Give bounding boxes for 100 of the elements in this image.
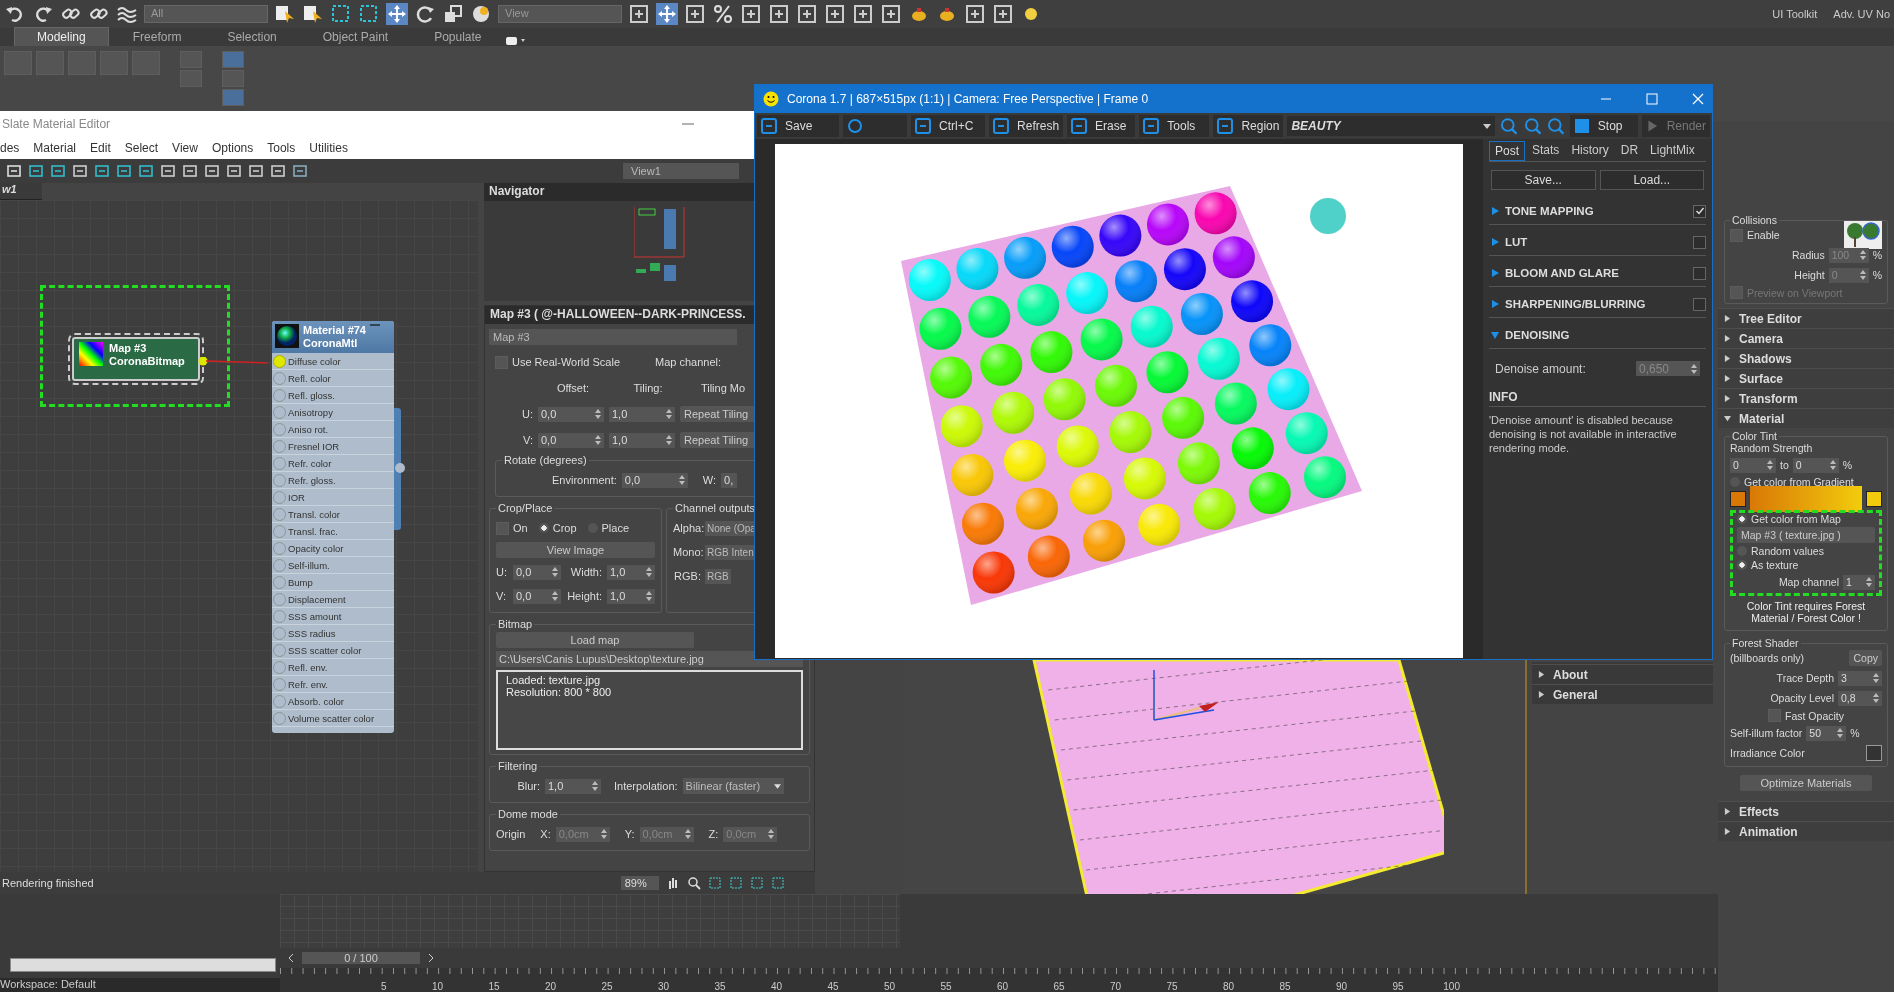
scale-icon[interactable]: [442, 3, 464, 25]
ribbon-tab[interactable]: Populate: [412, 28, 504, 46]
editor-tool-icon[interactable]: [28, 163, 44, 179]
menu-item[interactable]: Edit: [90, 141, 111, 155]
editor-tool-icon[interactable]: [226, 163, 242, 179]
menu-item[interactable]: Material: [33, 141, 77, 155]
input-socket[interactable]: [273, 694, 286, 708]
editor-tool-icon[interactable]: [6, 163, 22, 179]
panel-tab[interactable]: Post: [1489, 141, 1525, 161]
ribbon-tab[interactable]: Object Paint: [300, 28, 411, 46]
editor-tool-icon[interactable]: [138, 163, 154, 179]
copy-button[interactable]: Ctrl+C: [911, 115, 986, 137]
number-field[interactable]: 3: [1838, 670, 1882, 686]
checkbox[interactable]: [1768, 709, 1782, 722]
editor-tool-icon[interactable]: [204, 163, 220, 179]
input-socket[interactable]: [273, 405, 286, 419]
number-field[interactable]: 1,0: [545, 778, 601, 794]
plugin-label[interactable]: Adv. UV No: [1833, 8, 1890, 20]
rollout-header[interactable]: Camera: [1718, 328, 1894, 348]
radio-button[interactable]: [1737, 514, 1747, 524]
name-field[interactable]: Map #3: [489, 329, 737, 345]
checkbox[interactable]: [1730, 286, 1743, 299]
number-field[interactable]: 1,0: [607, 588, 655, 604]
input-socket[interactable]: [273, 643, 286, 657]
erase-button[interactable]: Erase: [1067, 115, 1136, 137]
rotate-icon[interactable]: [414, 3, 436, 25]
section-checkbox[interactable]: [1693, 235, 1706, 249]
input-socket[interactable]: [273, 439, 286, 453]
frame-nodes-icon[interactable]: [749, 876, 764, 890]
section-header[interactable]: DENOISING: [1489, 322, 1706, 349]
collapse-icon[interactable]: [370, 324, 380, 328]
zoom-fit-icon[interactable]: [1547, 117, 1565, 135]
view-dropdown[interactable]: View1: [623, 163, 739, 179]
plugin-label[interactable]: UI Toolkit: [1772, 8, 1818, 20]
number-field[interactable]: 1,0: [609, 432, 675, 448]
menu-item[interactable]: Options: [211, 141, 254, 155]
number-field[interactable]: 0,8: [1838, 690, 1882, 706]
channel-dropdown[interactable]: RGB Inten: [705, 544, 756, 560]
editor-tool-icon[interactable]: [50, 163, 66, 179]
number-field[interactable]: 1,0: [607, 564, 655, 580]
checkbox[interactable]: [495, 355, 508, 369]
rect-icon[interactable]: [330, 3, 352, 25]
workspace-selector[interactable]: Workspace: Default: [0, 978, 280, 992]
refresh-button[interactable]: Refresh: [989, 115, 1064, 137]
input-socket[interactable]: [273, 354, 286, 368]
zoom-out-icon[interactable]: [1523, 117, 1542, 135]
material-node[interactable]: [272, 321, 394, 733]
next-frame-icon[interactable]: [426, 953, 436, 963]
stop-button[interactable]: Stop: [1569, 115, 1638, 137]
editor-tool-icon[interactable]: [94, 163, 110, 179]
checkbox[interactable]: [496, 521, 509, 535]
maximize-icon[interactable]: [1646, 93, 1658, 105]
editor-tool-icon[interactable]: [270, 163, 286, 179]
input-socket[interactable]: [273, 490, 286, 504]
input-socket[interactable]: [273, 456, 286, 470]
number-field[interactable]: 1: [1843, 574, 1875, 590]
panel-tab[interactable]: Stats: [1527, 141, 1565, 161]
number-field[interactable]: 0,0: [538, 406, 604, 422]
editor-tool-icon[interactable]: [72, 163, 88, 179]
file-path-field[interactable]: C:\Users\Canis Lupus\Desktop\texture.jpg: [496, 651, 803, 667]
frame-nodes-icon[interactable]: [770, 876, 785, 890]
zoom-dropdown[interactable]: 89%: [620, 876, 659, 890]
frame-nodes-icon[interactable]: [728, 876, 743, 890]
input-socket[interactable]: [273, 609, 286, 623]
input-socket[interactable]: [273, 592, 286, 606]
section-header[interactable]: LUT: [1489, 229, 1706, 256]
rollout-header[interactable]: Transform: [1718, 388, 1894, 408]
magnifier-icon[interactable]: [686, 876, 701, 890]
input-socket[interactable]: [273, 473, 286, 487]
rollout-header[interactable]: Shadows: [1718, 348, 1894, 368]
section-header[interactable]: BLOOM AND GLARE: [1489, 260, 1706, 287]
rollout-header[interactable]: Animation: [1718, 821, 1894, 841]
zoom-in-icon[interactable]: [1500, 117, 1518, 135]
checkbox[interactable]: [1730, 228, 1743, 242]
section-checkbox[interactable]: [1693, 266, 1706, 280]
input-socket[interactable]: [273, 558, 286, 572]
view-tab[interactable]: w1: [0, 183, 42, 200]
arrow-icon[interactable]: [274, 3, 296, 25]
radio-button[interactable]: [538, 523, 549, 533]
section-header[interactable]: TONE MAPPING: [1489, 198, 1706, 225]
ribbon-tab[interactable]: Freeform: [110, 28, 204, 46]
menu-item[interactable]: Tools: [267, 141, 296, 155]
rollout-header[interactable]: Surface: [1718, 368, 1894, 388]
input-socket[interactable]: [273, 524, 286, 538]
input-socket[interactable]: [273, 388, 286, 402]
number-field[interactable]: 0: [1730, 457, 1776, 473]
number-field[interactable]: 0,0: [513, 588, 561, 604]
horizontal-scrollbar[interactable]: [10, 958, 276, 972]
input-socket[interactable]: [273, 371, 286, 385]
editor-tool-icon[interactable]: [248, 163, 264, 179]
channel-dropdown[interactable]: RGB: [705, 568, 731, 584]
move-icon[interactable]: [386, 3, 408, 25]
time-slider-thumb[interactable]: 0 / 100: [302, 952, 420, 964]
render-pass-dropdown[interactable]: BEAUTY: [1287, 116, 1496, 136]
color-swatch[interactable]: [1730, 491, 1746, 507]
number-field[interactable]: 50: [1806, 725, 1847, 741]
input-socket[interactable]: [273, 507, 286, 521]
section-checkbox[interactable]: [1693, 204, 1706, 218]
history-button[interactable]: [842, 115, 908, 137]
number-field[interactable]: 0,0: [621, 472, 688, 488]
